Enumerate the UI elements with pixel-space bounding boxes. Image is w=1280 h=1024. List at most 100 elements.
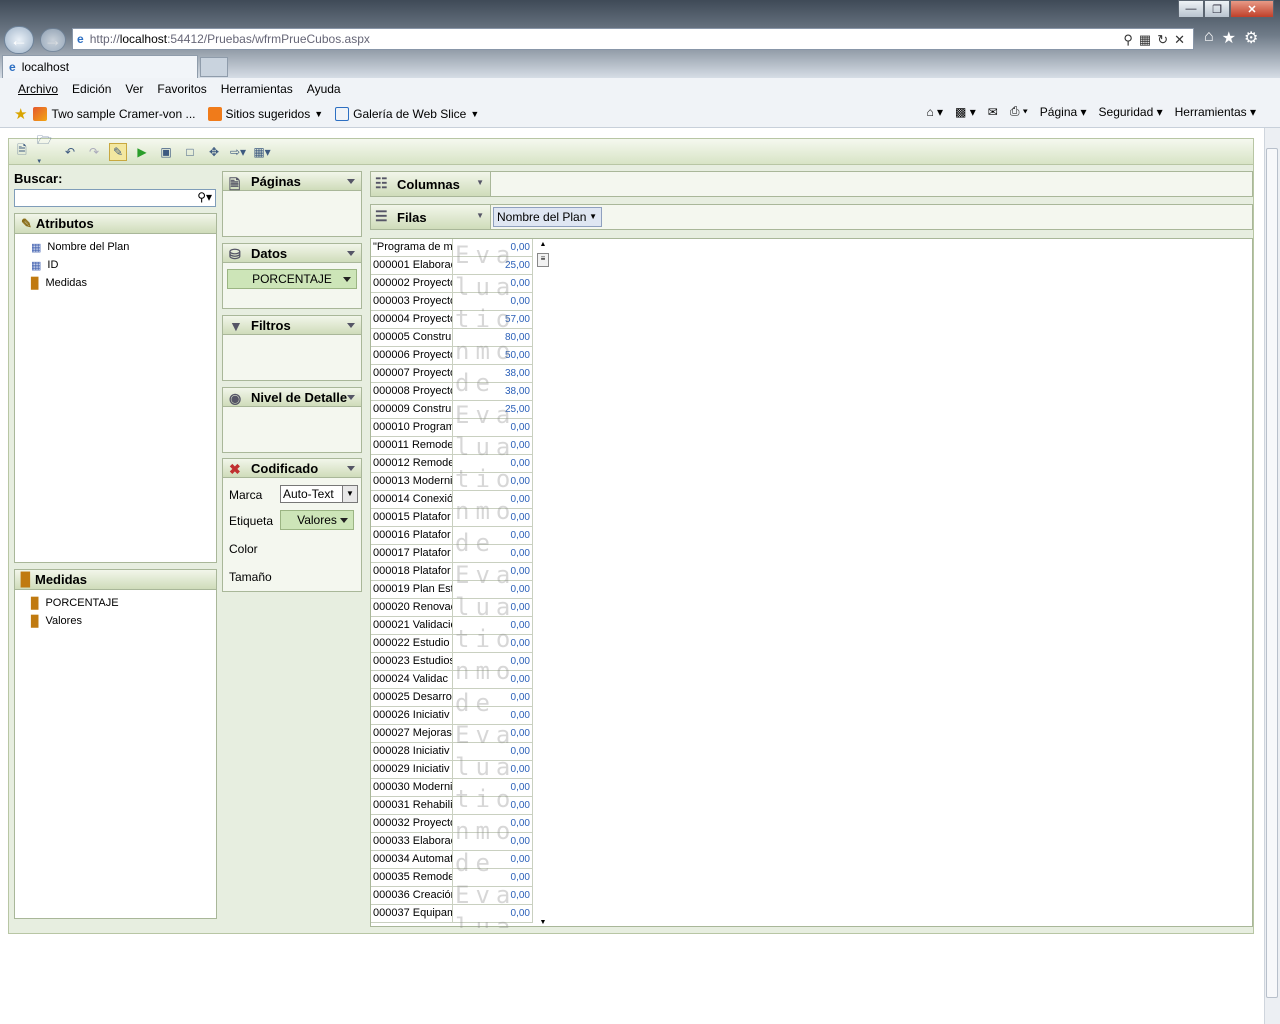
row-header[interactable]: 000033 Elaborac (371, 833, 453, 851)
tag-pill-valores[interactable]: Valores (280, 510, 354, 530)
frame-icon[interactable]: □ (181, 143, 199, 161)
value-cell[interactable]: 0,00 (453, 761, 533, 779)
row-header[interactable]: 000020 Renovac (371, 599, 453, 617)
value-cell[interactable]: 0,00 (453, 743, 533, 761)
value-cell[interactable]: 0,00 (453, 689, 533, 707)
row-header[interactable]: 000034 Automat (371, 851, 453, 869)
security-menu[interactable]: Seguridad ▾ (1099, 105, 1163, 119)
mail-icon[interactable]: ✉ (988, 105, 998, 119)
row-header[interactable]: 000007 Proyecto (371, 365, 453, 383)
rows-header[interactable]: ☰ Filas ▼ (371, 205, 491, 229)
value-cell[interactable]: 0,00 (453, 491, 533, 509)
move-icon[interactable]: ✥ (205, 143, 223, 161)
search-input[interactable]: ⚲▾ (14, 189, 216, 207)
row-header[interactable]: 000025 Desarro (371, 689, 453, 707)
row-header[interactable]: "Programa de m (371, 239, 453, 257)
row-header[interactable]: 000035 Remode (371, 869, 453, 887)
page-menu[interactable]: Página ▾ (1040, 105, 1087, 119)
chevron-down-icon[interactable] (343, 277, 351, 282)
fit-icon[interactable]: ▣ (157, 143, 175, 161)
open-icon[interactable]: 🗁▾ (37, 133, 55, 168)
data-pill-porcentaje[interactable]: PORCENTAJE (227, 269, 357, 289)
row-header[interactable]: 000022 Estudio (371, 635, 453, 653)
value-cell[interactable]: 0,00 (453, 635, 533, 653)
grid-scrollbar[interactable]: ▲ ≡ ▼ (536, 241, 550, 926)
menu-ayuda[interactable]: Ayuda (307, 82, 341, 96)
chevron-down-icon[interactable]: ▼ (476, 211, 484, 220)
print-icon[interactable]: ⎙ ▾ (1010, 104, 1028, 119)
row-header[interactable]: 000017 Platafor (371, 545, 453, 563)
chevron-down-icon[interactable]: ▼ (476, 178, 484, 187)
value-cell[interactable]: 0,00 (453, 581, 533, 599)
stop-icon[interactable]: ✕ (1174, 32, 1185, 48)
search-field-icon[interactable]: ⚲▾ (197, 190, 212, 204)
favorite-web-slice[interactable]: Galería de Web Slice ▼ (335, 106, 479, 121)
value-cell[interactable]: 0,00 (453, 437, 533, 455)
rows-pill-nombre-del-plan[interactable]: Nombre del Plan ▼ (493, 207, 602, 227)
redo-icon[interactable]: ↷ (85, 143, 103, 161)
tools-menu[interactable]: Herramientas ▾ (1175, 105, 1256, 119)
export-icon[interactable]: ⇨▾ (229, 143, 247, 161)
chevron-down-icon[interactable] (347, 251, 355, 256)
new-icon[interactable]: 🗎 (13, 143, 31, 161)
search-icon[interactable]: ⚲ (1123, 32, 1133, 48)
value-cell[interactable]: 0,00 (453, 599, 533, 617)
close-window-button[interactable]: ✕ (1230, 0, 1274, 18)
value-cell[interactable]: 0,00 (453, 869, 533, 887)
tab-localhost[interactable]: e localhost (2, 55, 198, 78)
chevron-down-icon[interactable] (340, 518, 348, 523)
pages-header[interactable]: 🗎 Páginas (222, 171, 362, 192)
settings-gear-icon[interactable]: ⚙ (1244, 28, 1258, 48)
row-header[interactable]: 000016 Platafor (371, 527, 453, 545)
row-header[interactable]: 000021 Validacio (371, 617, 453, 635)
value-cell[interactable]: 0,00 (453, 815, 533, 833)
value-cell[interactable]: 25,00 (453, 257, 533, 275)
forward-button[interactable]: → (40, 28, 66, 52)
value-cell[interactable]: 0,00 (453, 473, 533, 491)
chevron-down-icon[interactable] (347, 179, 355, 184)
auto-update-icon[interactable]: ✎ (109, 142, 127, 161)
value-cell[interactable]: 0,00 (453, 851, 533, 869)
undo-icon[interactable]: ↶ (61, 143, 79, 161)
row-header[interactable]: 000028 Iniciativ (371, 743, 453, 761)
value-cell[interactable]: 0,00 (453, 905, 533, 923)
row-header[interactable]: 000002 Proyecto (371, 275, 453, 293)
row-header[interactable]: 000031 Rehabili (371, 797, 453, 815)
filters-dropzone[interactable] (222, 335, 362, 381)
chart-type-icon[interactable]: ▦▾ (253, 143, 271, 161)
value-cell[interactable]: 0,00 (453, 293, 533, 311)
row-header[interactable]: 000036 Creación (371, 887, 453, 905)
encoded-header[interactable]: ✖ Codificado (222, 458, 362, 478)
row-header[interactable]: 000027 Mejoras (371, 725, 453, 743)
minimize-button[interactable]: — (1178, 0, 1204, 18)
filters-header[interactable]: ▼ Filtros (222, 315, 362, 335)
detail-header[interactable]: ◉ Nivel de Detalle (222, 387, 362, 407)
data-header[interactable]: ⛁ Datos (222, 243, 362, 263)
favorite-suggested-sites[interactable]: Sitios sugeridos ▼ (207, 106, 323, 121)
value-cell[interactable]: 0,00 (453, 509, 533, 527)
chevron-down-icon[interactable]: ▼ (589, 208, 597, 226)
row-header[interactable]: 000019 Plan Est (371, 581, 453, 599)
data-dropzone[interactable]: PORCENTAJE (222, 263, 362, 309)
value-cell[interactable]: 0,00 (453, 707, 533, 725)
value-cell[interactable]: 50,00 (453, 347, 533, 365)
row-header[interactable]: 000015 Platafor (371, 509, 453, 527)
menu-archivo[interactable]: Archivo (18, 82, 58, 96)
chevron-down-icon[interactable] (347, 466, 355, 471)
row-header[interactable]: 000037 Equipam (371, 905, 453, 923)
row-header[interactable]: 000009 Constru (371, 401, 453, 419)
value-cell[interactable]: 0,00 (453, 671, 533, 689)
back-button[interactable]: ← (4, 26, 34, 54)
scroll-up-icon[interactable]: ▲ (536, 241, 550, 253)
value-cell[interactable]: 0,00 (453, 833, 533, 851)
menu-favoritos[interactable]: Favoritos (157, 82, 206, 96)
row-header[interactable]: 000013 Moderni (371, 473, 453, 491)
row-header[interactable]: 000018 Platafor (371, 563, 453, 581)
home-icon[interactable]: ⌂ (1204, 28, 1214, 48)
value-cell[interactable]: 0,00 (453, 617, 533, 635)
home-cmd-icon[interactable]: ⌂ ▾ (926, 105, 943, 119)
menu-ver[interactable]: Ver (125, 82, 143, 96)
chevron-down-icon[interactable]: ▼ (342, 486, 357, 502)
row-header[interactable]: 000011 Remode (371, 437, 453, 455)
pages-dropzone[interactable] (222, 191, 362, 237)
